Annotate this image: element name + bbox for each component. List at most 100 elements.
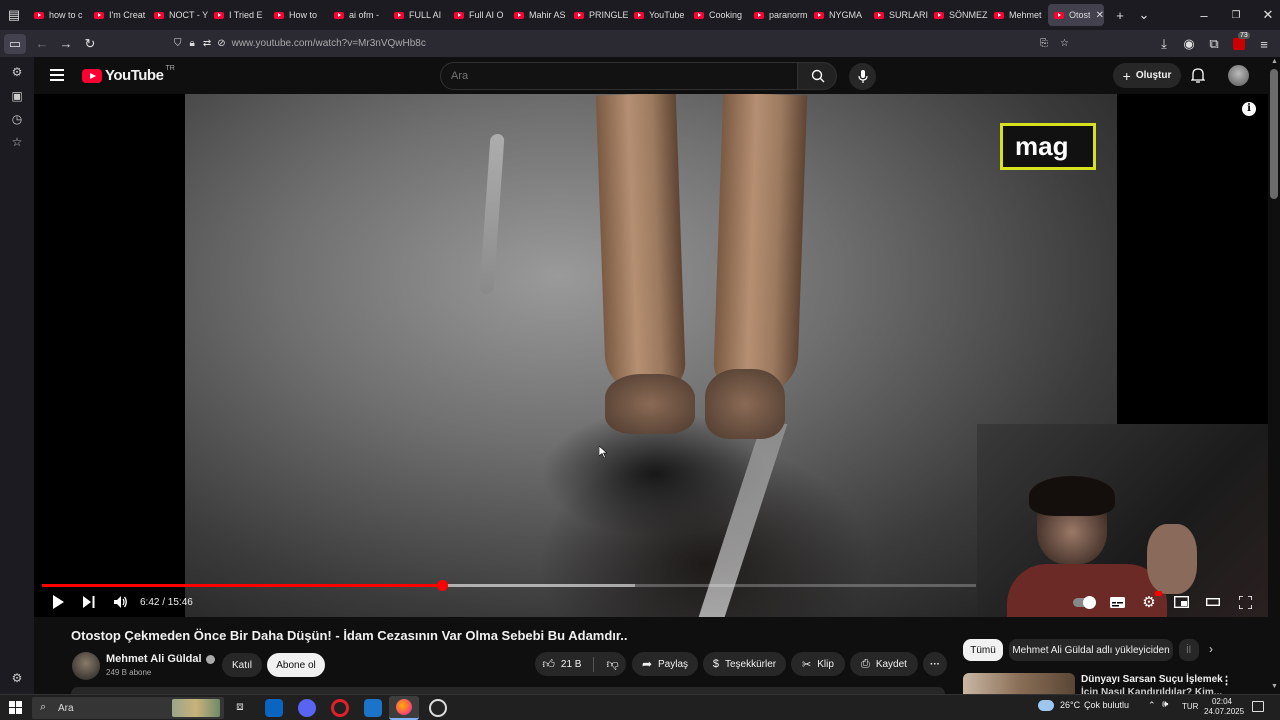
play-button[interactable]	[48, 591, 68, 613]
tab-list-chevron-icon[interactable]: ⌄	[1132, 3, 1156, 27]
scrollbar-thumb[interactable]	[1270, 69, 1278, 199]
minimize-icon[interactable]: –	[1192, 3, 1216, 27]
recommendation-title[interactable]: Dünyayı Sarsan Suçu İşlemek	[1081, 674, 1223, 685]
hamburger-menu-icon[interactable]	[50, 69, 64, 81]
browser-tab[interactable]: NOCT - Y	[148, 4, 208, 26]
taskbar-search[interactable]: ⌕ Ara	[32, 697, 224, 719]
outlook-icon[interactable]	[265, 699, 283, 717]
browser-tab[interactable]: YouTube	[628, 4, 688, 26]
channel-name-text[interactable]: Mehmet Ali Güldal	[106, 653, 202, 665]
chip-related[interactable]: İl	[1179, 639, 1199, 661]
theater-mode-button[interactable]	[1203, 591, 1223, 613]
user-avatar[interactable]	[1228, 65, 1249, 86]
menu-icon[interactable]: ≡	[1252, 32, 1276, 56]
page-scrollbar[interactable]: ▲ ▼	[1268, 57, 1280, 694]
recommendation-item[interactable]: Dünyayı Sarsan Suçu İşlemek İçin Nasıl K…	[963, 673, 1263, 698]
bookmarks-icon[interactable]: ☆	[8, 133, 26, 151]
video-player[interactable]: mag i 6:42 / 15:46 ⚙	[34, 94, 1268, 617]
tab-overview-icon[interactable]: ▤	[0, 3, 28, 27]
opera-icon[interactable]	[331, 699, 349, 717]
browser-tab[interactable]: Full AI O	[448, 4, 508, 26]
subscribe-button[interactable]: Abone ol	[267, 653, 325, 677]
obs-icon[interactable]	[429, 699, 447, 717]
reader-view-icon[interactable]: ⎘	[1040, 38, 1048, 49]
settings-button[interactable]: ⚙	[1139, 591, 1162, 613]
next-button[interactable]	[79, 591, 99, 613]
url-bar[interactable]: ⛉ 🔒︎ ⇄ ⊘ www.youtube.com/watch?v=Mr3nVQw…	[174, 32, 1074, 55]
description-box-edge[interactable]	[71, 687, 945, 694]
back-icon[interactable]: ←	[30, 32, 54, 56]
lock-icon[interactable]: 🔒︎	[190, 38, 195, 49]
join-button[interactable]: Katıl	[222, 653, 262, 677]
create-button[interactable]: + Oluştur	[1113, 63, 1181, 88]
autoplay-toggle[interactable]	[1072, 591, 1096, 613]
url-text[interactable]: www.youtube.com/watch?v=Mr3nVQwHb8c	[232, 38, 426, 49]
close-window-icon[interactable]: ✕	[1256, 3, 1280, 27]
browser-tab[interactable]: PRINGLE	[568, 4, 628, 26]
task-view-icon[interactable]: ⧈	[231, 699, 249, 717]
downloads-icon[interactable]: ⤓	[1152, 32, 1176, 56]
search-box[interactable]	[440, 62, 798, 90]
like-button[interactable]: 👍︎ 21 B	[542, 656, 595, 672]
browser-tab[interactable]: How to	[268, 4, 328, 26]
fullscreen-button[interactable]	[1235, 591, 1255, 613]
new-tab-icon[interactable]: +	[1108, 3, 1132, 27]
bookmark-star-icon[interactable]: ☆	[1060, 38, 1069, 49]
forward-icon[interactable]: →	[54, 32, 78, 56]
info-icon[interactable]: i	[1242, 102, 1256, 116]
weather-temperature[interactable]: 26°C	[1060, 700, 1080, 710]
sidebar-toggle-icon[interactable]: ▭	[4, 33, 26, 54]
discord-icon[interactable]	[298, 699, 316, 717]
shield-icon[interactable]: ⛉	[174, 38, 182, 49]
browser-tab[interactable]: ai ofm -	[328, 4, 388, 26]
subtitles-button[interactable]	[1107, 591, 1127, 613]
voice-search-button[interactable]	[849, 63, 876, 90]
browser-tab[interactable]: SÖNMEZ	[928, 4, 988, 26]
ai-chat-icon[interactable]: ⚙	[8, 63, 26, 81]
browser-tab[interactable]: Mahir AS	[508, 4, 568, 26]
permissions-icon[interactable]: ⇄	[203, 38, 211, 49]
firefox-icon[interactable]	[389, 696, 419, 720]
more-actions-button[interactable]: ···	[923, 652, 947, 676]
thanks-button[interactable]: $ Teşekkürler	[703, 652, 786, 676]
chips-next-chevron-icon[interactable]: ›	[1209, 642, 1213, 656]
account-icon[interactable]: ◉	[1177, 32, 1201, 56]
search-input[interactable]	[441, 63, 797, 89]
input-language[interactable]: TUR	[1182, 702, 1198, 711]
search-button[interactable]	[797, 62, 837, 90]
chip-from-uploader[interactable]: Mehmet Ali Güldal adlı yükleyiciden	[1009, 639, 1173, 661]
dislike-button[interactable]: 👎︎	[600, 657, 618, 672]
customize-sidebar-icon[interactable]: ⚙	[8, 669, 26, 687]
volume-button[interactable]	[111, 591, 131, 613]
start-button[interactable]	[9, 701, 22, 714]
restore-icon[interactable]: ❐	[1224, 3, 1248, 27]
save-button[interactable]: ⎙ Kaydet	[850, 652, 918, 676]
browser-tab[interactable]: NYGMA	[808, 4, 868, 26]
weather-description[interactable]: Çok bulutlu	[1084, 700, 1129, 710]
tray-overflow-icon[interactable]: ⌃	[1148, 700, 1156, 711]
recommendation-menu-icon[interactable]: ⋮	[1221, 674, 1232, 687]
history-icon[interactable]: ◷	[8, 110, 26, 128]
synced-tabs-icon[interactable]: ▣	[8, 87, 26, 105]
clip-button[interactable]: ✂ Klip	[791, 652, 845, 676]
browser-tab[interactable]: Mehmet	[988, 4, 1048, 26]
scroll-down-arrow-icon[interactable]: ▼	[1271, 683, 1278, 690]
extension-badge-icon[interactable]: 73	[1227, 32, 1251, 56]
browser-tab[interactable]: FULL AI	[388, 4, 448, 26]
browser-tab[interactable]: I Tried E	[208, 4, 268, 26]
share-button[interactable]: ➦ Paylaş	[632, 652, 698, 676]
notification-center-icon[interactable]	[1252, 701, 1264, 712]
recommendation-thumbnail[interactable]	[963, 673, 1075, 694]
channel-avatar[interactable]	[72, 652, 100, 680]
browser-tab[interactable]: SURLARI	[868, 4, 928, 26]
miniplayer-button[interactable]	[1171, 591, 1191, 613]
progress-bar[interactable]	[42, 580, 976, 591]
file-explorer-icon[interactable]	[364, 699, 382, 717]
browser-tab[interactable]: how to c	[28, 4, 88, 26]
browser-tab-active[interactable]: Otosto ✕	[1048, 4, 1104, 26]
clock[interactable]: 02:04 24.07.2025	[1204, 697, 1244, 717]
browser-tab[interactable]: paranorm	[748, 4, 808, 26]
browser-tab[interactable]: Cooking	[688, 4, 748, 26]
tab-close-icon[interactable]: ✕	[1096, 10, 1104, 21]
scroll-up-arrow-icon[interactable]: ▲	[1271, 58, 1278, 65]
